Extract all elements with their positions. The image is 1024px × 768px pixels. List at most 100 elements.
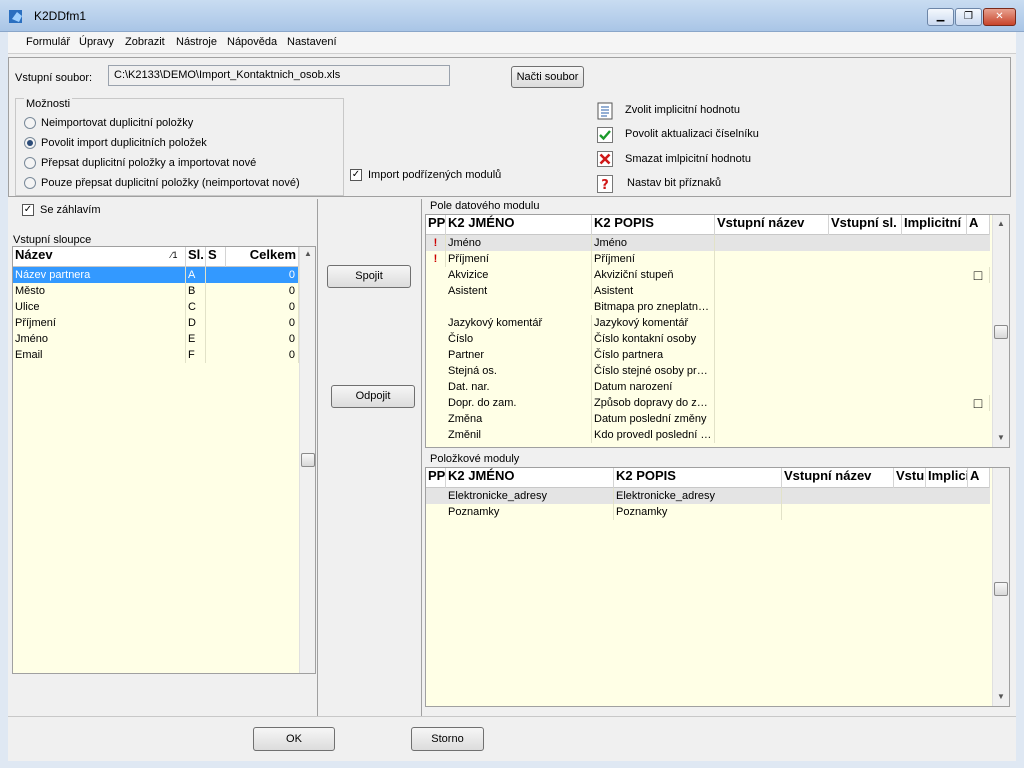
col-header[interactable]: Vstupní název xyxy=(715,215,829,235)
table-row[interactable]: Ulice C 0 xyxy=(13,299,299,315)
table-cell: Název partnera xyxy=(13,267,186,283)
cancel-button[interactable]: Storno xyxy=(411,727,484,751)
col-header-s[interactable]: S xyxy=(206,247,226,267)
table-cell: Poznamky xyxy=(446,504,614,520)
table-cell: Číslo partnera xyxy=(592,347,715,363)
data-fields-grid[interactable]: PP K2 JMÉNO K2 POPIS Vstupní název Vstupní s… xyxy=(425,214,1010,448)
active-checkbox[interactable]: □ xyxy=(967,267,990,283)
data-fields-header: PP K2 JMÉNO K2 POPIS Vstupní název Vstupní s… xyxy=(426,215,990,235)
table-row[interactable]: Název partnera A 0 xyxy=(13,267,299,283)
menu-zobrazit[interactable]: Zobrazit xyxy=(125,36,165,48)
red-x-icon[interactable] xyxy=(597,151,613,167)
table-row[interactable]: ! Příjmení Příjmení xyxy=(426,251,990,267)
right-divider xyxy=(421,199,422,716)
question-icon[interactable]: ? xyxy=(597,175,613,193)
table-row[interactable]: Jazykový komentář Jazykový komentář xyxy=(426,315,990,331)
with-header-checkbox[interactable]: ✓ xyxy=(22,204,34,216)
input-columns-grid[interactable]: Název ∕1 Sl. S Celkem Název partnera A 0 Měs… xyxy=(12,246,316,674)
input-columns-header: Název ∕1 Sl. S Celkem xyxy=(13,247,299,267)
table-row[interactable]: Dat. nar. Datum narození xyxy=(426,379,990,395)
radio-overwrite-and-import[interactable] xyxy=(24,157,36,169)
action-set-flag-bit-label[interactable]: Nastav bit příznaků xyxy=(627,177,721,189)
load-file-button[interactable]: Načti soubor xyxy=(511,66,584,88)
document-list-icon[interactable] xyxy=(597,102,613,120)
minimize-button[interactable]: ▁ xyxy=(927,8,954,26)
col-header[interactable]: K2 POPIS xyxy=(592,215,715,235)
title-bar[interactable]: K2DDfm1 ▁ ❐ ✕ xyxy=(0,0,1024,32)
col-header[interactable]: A xyxy=(968,468,990,488)
radio-no-duplicates[interactable] xyxy=(24,117,36,129)
table-cell: Dat. nar. xyxy=(446,379,592,395)
col-header[interactable]: Vstupní název xyxy=(782,468,894,488)
item-modules-grid[interactable]: PP K2 JMÉNO K2 POPIS Vstupní název Vstu Impli… xyxy=(425,467,1010,707)
data-fields-scrollbar[interactable]: ▲ ▼ xyxy=(992,215,1009,447)
col-header-sl[interactable]: Sl. xyxy=(186,247,206,267)
col-header-celkem[interactable]: Celkem xyxy=(226,247,299,267)
col-header[interactable]: PP xyxy=(426,468,446,488)
item-modules-scrollbar[interactable]: ▼ xyxy=(992,468,1009,706)
required-mark-icon: ! xyxy=(426,251,446,267)
maximize-button[interactable]: ❐ xyxy=(955,8,982,26)
scroll-thumb[interactable] xyxy=(301,453,315,467)
unjoin-button[interactable]: Odpojit xyxy=(331,385,415,408)
table-row[interactable]: Akvizice Akviziční stupeň □ xyxy=(426,267,990,283)
radio-overwrite-only[interactable] xyxy=(24,177,36,189)
table-row[interactable]: Stejná os. Číslo stejné osoby pr… xyxy=(426,363,990,379)
table-cell: Způsob dopravy do z… xyxy=(592,395,715,411)
scroll-up-icon[interactable]: ▲ xyxy=(300,249,315,258)
col-header[interactable]: Implicitní xyxy=(902,215,967,235)
active-checkbox[interactable]: □ xyxy=(967,395,990,411)
table-row[interactable]: Číslo Číslo kontakní osoby xyxy=(426,331,990,347)
table-row[interactable]: Asistent Asistent xyxy=(426,283,990,299)
col-header[interactable]: K2 JMÉNO xyxy=(446,215,592,235)
green-check-icon[interactable] xyxy=(597,127,613,143)
action-allow-update-label[interactable]: Povolit aktualizaci číselníku xyxy=(625,128,759,140)
menu-upravy[interactable]: Úpravy xyxy=(79,36,114,48)
join-button[interactable]: Spojit xyxy=(327,265,411,288)
table-row[interactable]: Email F 0 xyxy=(13,347,299,363)
scroll-thumb[interactable] xyxy=(994,582,1008,596)
scroll-down-icon[interactable]: ▼ xyxy=(993,433,1009,442)
table-row[interactable]: Bitmapa pro zneplatn… xyxy=(426,299,990,315)
source-label: Vstupní soubor: xyxy=(15,72,93,84)
table-cell: C xyxy=(186,299,206,315)
col-header[interactable]: K2 POPIS xyxy=(614,468,782,488)
col-header-nazev[interactable]: Název ∕1 xyxy=(13,247,186,267)
table-row[interactable]: Příjmení D 0 xyxy=(13,315,299,331)
ok-button[interactable]: OK xyxy=(253,727,335,751)
table-row[interactable]: Jméno E 0 xyxy=(13,331,299,347)
close-button[interactable]: ✕ xyxy=(983,8,1016,26)
action-delete-default-label[interactable]: Smazat imlpicitní hodnotu xyxy=(625,153,751,165)
col-header[interactable]: Implici xyxy=(926,468,968,488)
scroll-down-icon[interactable]: ▼ xyxy=(993,692,1009,701)
table-cell: Datum poslední změny xyxy=(592,411,715,427)
table-row[interactable]: ! Jméno Jméno xyxy=(426,235,990,251)
col-header[interactable]: Vstu xyxy=(894,468,926,488)
scroll-up-icon[interactable]: ▲ xyxy=(993,219,1009,228)
scroll-thumb[interactable] xyxy=(994,325,1008,339)
col-header[interactable]: PP xyxy=(426,215,446,235)
col-header[interactable]: Vstupní sl. xyxy=(829,215,902,235)
table-cell: Ulice xyxy=(13,299,186,315)
action-set-default-label[interactable]: Zvolit implicitní hodnotu xyxy=(625,104,740,116)
table-cell: F xyxy=(186,347,206,363)
radio-allow-duplicates[interactable] xyxy=(24,137,36,149)
menu-napoveda[interactable]: Nápověda xyxy=(227,36,277,48)
table-row[interactable]: Dopr. do zam. Způsob dopravy do z… □ xyxy=(426,395,990,411)
table-row[interactable]: Elektronicke_adresy Elektronicke_adresy xyxy=(426,488,990,504)
table-row[interactable]: Změna Datum poslední změny xyxy=(426,411,990,427)
menu-nastaveni[interactable]: Nastavení xyxy=(287,36,337,48)
table-row[interactable]: Město B 0 xyxy=(13,283,299,299)
col-header[interactable]: A xyxy=(967,215,990,235)
table-row[interactable]: Změnil Kdo provedl poslední … xyxy=(426,427,990,443)
import-submodules-checkbox[interactable]: ✓ xyxy=(350,169,362,181)
input-columns-scrollbar[interactable]: ▲ xyxy=(299,247,315,673)
table-cell: Asistent xyxy=(592,283,715,299)
table-row[interactable]: Poznamky Poznamky xyxy=(426,504,990,520)
menu-formular[interactable]: Formulář xyxy=(26,36,70,48)
menu-nastroje[interactable]: Nástroje xyxy=(176,36,217,48)
col-header[interactable]: K2 JMÉNO xyxy=(446,468,614,488)
source-path-field[interactable]: C:\K2133\DEMO\Import_Kontaktnich_osob.xl… xyxy=(108,65,450,86)
table-cell: 0 xyxy=(226,315,299,331)
table-row[interactable]: Partner Číslo partnera xyxy=(426,347,990,363)
